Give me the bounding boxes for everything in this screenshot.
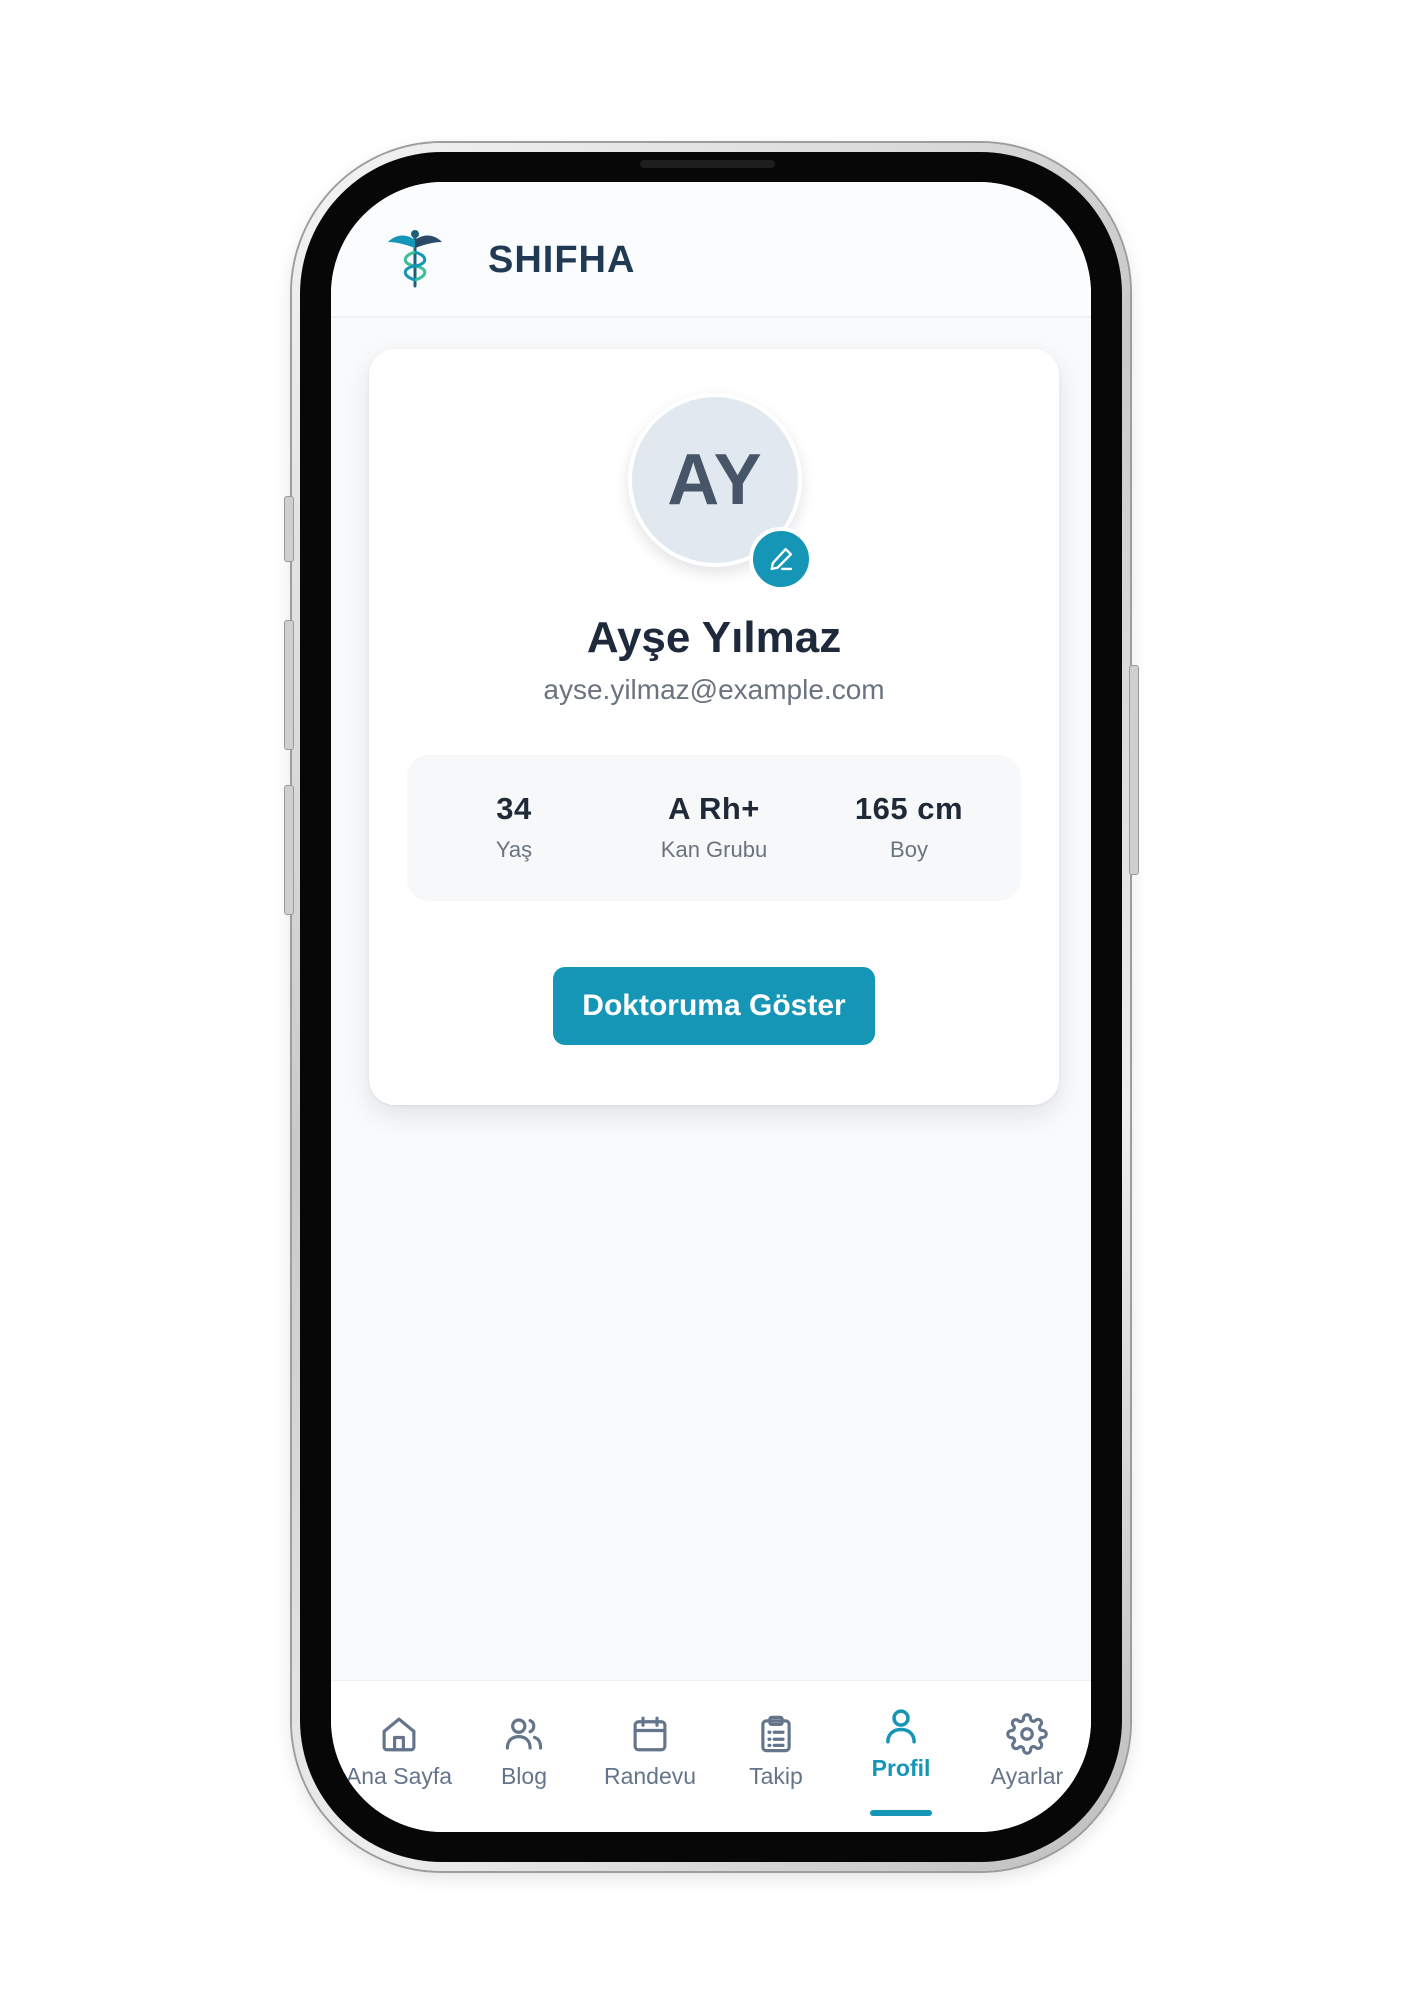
bottom-nav: Ana Sayfa Blog Randevu Takip Profil Ayar… <box>331 1680 1091 1832</box>
nav-item-profile[interactable]: Profil <box>838 1709 964 1816</box>
phone-volume-up-button <box>284 620 294 750</box>
app-screen: SHIFHA AY Ayşe Yılmaz ayse.yilmaz@exampl… <box>331 182 1091 1832</box>
nav-label: Ayarlar <box>990 1763 1064 1789</box>
nav-item-tracking[interactable]: Takip <box>713 1713 839 1813</box>
stat-age: 34 Yaş <box>414 791 614 863</box>
stat-label: Yaş <box>495 837 533 862</box>
phone-volume-down-button <box>284 785 294 915</box>
stat-blood-type: A Rh+ Kan Grubu <box>614 791 814 863</box>
user-icon <box>886 1709 916 1744</box>
stat-value: 165 cm <box>854 791 964 826</box>
users-icon <box>505 1718 543 1750</box>
nav-item-appointment[interactable]: Randevu <box>587 1713 713 1813</box>
nav-item-home[interactable]: Ana Sayfa <box>336 1713 462 1813</box>
stat-height: 165 cm Boy <box>809 791 1009 863</box>
clipboard-icon <box>761 1715 791 1753</box>
nav-item-blog[interactable]: Blog <box>461 1713 587 1813</box>
nav-label: Randevu <box>603 1763 697 1789</box>
nav-item-settings[interactable]: Ayarlar <box>964 1713 1090 1813</box>
phone-mute-switch <box>284 496 294 562</box>
health-stats: 34 Yaş A Rh+ Kan Grubu 165 cm Boy <box>407 755 1021 901</box>
stat-value: 34 <box>496 791 532 826</box>
stat-value: A Rh+ <box>668 791 760 826</box>
show-doctor-button[interactable]: Doktoruma Göster <box>553 967 875 1045</box>
home-icon <box>382 1717 416 1752</box>
brand-name: SHIFHA <box>488 239 636 281</box>
edit-avatar-button[interactable] <box>749 527 813 591</box>
gear-icon <box>1006 1713 1048 1755</box>
caduceus-icon <box>388 230 442 288</box>
phone-power-button <box>1129 665 1139 875</box>
pencil-icon <box>770 547 793 571</box>
nav-label: Profil <box>871 1755 931 1781</box>
active-tab-indicator <box>870 1810 932 1816</box>
nav-label: Ana Sayfa <box>345 1763 453 1789</box>
stat-label: Kan Grubu <box>660 837 768 862</box>
stat-label: Boy <box>890 837 928 862</box>
nav-label: Blog <box>500 1763 548 1789</box>
profile-email: ayse.yilmaz@example.com <box>543 674 885 705</box>
phone-speaker <box>640 160 775 168</box>
profile-card: AY Ayşe Yılmaz ayse.yilmaz@example.com 3… <box>369 349 1059 1105</box>
profile-name: Ayşe Yılmaz <box>586 613 842 662</box>
app-header: SHIFHA <box>331 182 1091 318</box>
nav-label: Takip <box>749 1763 803 1789</box>
calendar-icon <box>633 1716 667 1752</box>
